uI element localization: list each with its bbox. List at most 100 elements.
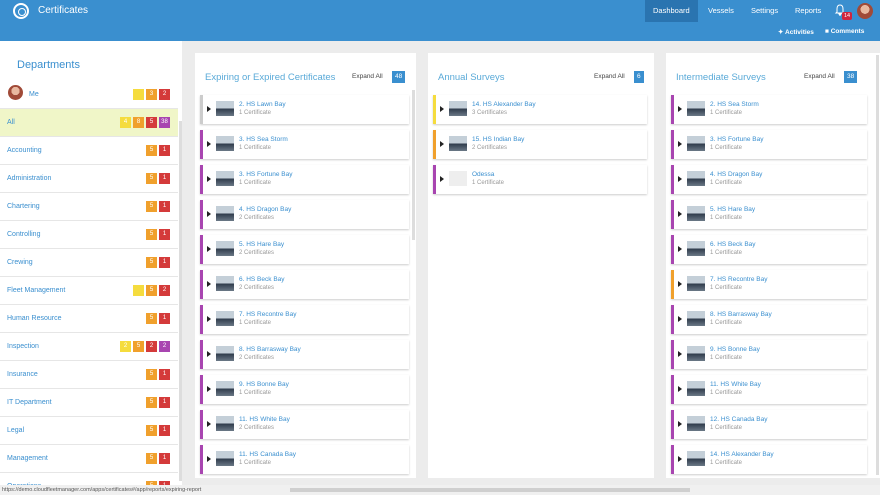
vessel-card[interactable]: 6. HS Beck Bay 2 Certificates xyxy=(200,270,409,299)
vessel-name[interactable]: 14. HS Alexander Bay xyxy=(472,101,536,108)
dept-item[interactable]: Chartering 5 1 xyxy=(0,193,178,221)
vessel-card[interactable]: 14. HS Alexander Bay 1 Certificate xyxy=(671,445,867,474)
count-badge[interactable]: 5 xyxy=(146,201,157,212)
vessel-card[interactable]: 5. HS Hare Bay 2 Certificates xyxy=(200,235,409,264)
dept-item[interactable]: Human Resource 5 1 xyxy=(0,305,178,333)
count-badge[interactable]: 1 xyxy=(159,173,170,184)
count-badge[interactable]: 2 xyxy=(146,341,157,352)
vessel-name[interactable]: 2. HS Sea Storm xyxy=(710,101,759,108)
vessel-card[interactable]: 7. HS Recontre Bay 1 Certificate xyxy=(671,270,867,299)
count-badge[interactable]: 5 xyxy=(146,313,157,324)
count-badge[interactable]: 1 xyxy=(159,229,170,240)
expand-arrow-icon[interactable] xyxy=(207,351,211,357)
dept-item[interactable]: Legal 5 1 xyxy=(0,417,178,445)
vessel-name[interactable]: Odessa xyxy=(472,171,494,178)
vessel-card[interactable]: 11. HS White Bay 2 Certificates xyxy=(200,410,409,439)
vessel-name[interactable]: 5. HS Hare Bay xyxy=(239,241,284,248)
dept-item[interactable]: Accounting 5 1 xyxy=(0,137,178,165)
dept-item[interactable]: Insurance 5 1 xyxy=(0,361,178,389)
vessel-card[interactable]: 4. HS Dragon Bay 2 Certificates xyxy=(200,200,409,229)
vessel-card[interactable]: 3. HS Sea Storm 1 Certificate xyxy=(200,130,409,159)
expand-arrow-icon[interactable] xyxy=(207,141,211,147)
vessel-name[interactable]: 7. HS Recontre Bay xyxy=(710,276,767,283)
vessel-card[interactable]: 8. HS Barrasway Bay 1 Certificate xyxy=(671,305,867,334)
expand-arrow-icon[interactable] xyxy=(207,386,211,392)
expand-arrow-icon[interactable] xyxy=(678,106,682,112)
vessel-name[interactable]: 4. HS Dragon Bay xyxy=(239,206,291,213)
nav-settings[interactable]: Settings xyxy=(743,0,786,22)
vessel-card[interactable]: 3. HS Fortune Bay 1 Certificate xyxy=(671,130,867,159)
expand-arrow-icon[interactable] xyxy=(440,106,444,112)
count-badge[interactable]: 2 xyxy=(159,341,170,352)
activities-link[interactable]: ✦ Activities xyxy=(778,28,814,36)
nav-vessels[interactable]: Vessels xyxy=(700,0,742,22)
expand-arrow-icon[interactable] xyxy=(678,386,682,392)
vessel-name[interactable]: 8. HS Barrasway Bay xyxy=(710,311,772,318)
vessel-name[interactable]: 3. HS Fortune Bay xyxy=(710,136,763,143)
count-badge[interactable]: 1 xyxy=(159,397,170,408)
dept-item[interactable]: Operations51 xyxy=(0,473,178,485)
vessel-card[interactable]: 14. HS Alexander Bay 3 Certificates xyxy=(433,95,647,124)
vessel-card[interactable]: Odessa 1 Certificate xyxy=(433,165,647,194)
expand-arrow-icon[interactable] xyxy=(207,176,211,182)
expand-arrow-icon[interactable] xyxy=(678,211,682,217)
dept-item[interactable]: Management 5 1 xyxy=(0,445,178,473)
expand-all-button[interactable]: Expand All xyxy=(352,73,383,80)
count-badge[interactable]: 5 xyxy=(146,369,157,380)
vessel-name[interactable]: 4. HS Dragon Bay xyxy=(710,171,762,178)
nav-reports[interactable]: Reports xyxy=(787,0,829,22)
count-badge[interactable]: 5 xyxy=(146,229,157,240)
vessel-name[interactable]: 9. HS Bonne Bay xyxy=(710,346,760,353)
count-badge[interactable]: 1 xyxy=(159,145,170,156)
expand-arrow-icon[interactable] xyxy=(678,141,682,147)
vessel-name[interactable]: 6. HS Beck Bay xyxy=(710,241,756,248)
vessel-name[interactable]: 11. HS White Bay xyxy=(239,416,290,423)
count-badge[interactable]: 1 xyxy=(159,453,170,464)
vessel-card[interactable]: 9. HS Bonne Bay 1 Certificate xyxy=(671,340,867,369)
dept-item[interactable]: Crewing 5 1 xyxy=(0,249,178,277)
vessel-card[interactable]: 4. HS Dragon Bay 1 Certificate xyxy=(671,165,867,194)
vessel-card[interactable]: 5. HS Hare Bay 1 Certificate xyxy=(671,200,867,229)
dept-item[interactable]: Me 3 2 xyxy=(0,81,178,109)
count-badge[interactable]: 1 xyxy=(159,257,170,268)
count-badge[interactable]: 1 xyxy=(159,425,170,436)
expand-arrow-icon[interactable] xyxy=(440,141,444,147)
count-badge[interactable] xyxy=(133,89,144,100)
expand-arrow-icon[interactable] xyxy=(207,106,211,112)
user-avatar[interactable] xyxy=(857,3,873,19)
vessel-name[interactable]: 5. HS Hare Bay xyxy=(710,206,755,213)
count-badge[interactable]: 1 xyxy=(159,313,170,324)
expand-arrow-icon[interactable] xyxy=(207,211,211,217)
vessel-card[interactable]: 3. HS Fortune Bay 1 Certificate xyxy=(200,165,409,194)
expand-arrow-icon[interactable] xyxy=(678,316,682,322)
expand-arrow-icon[interactable] xyxy=(678,281,682,287)
dept-item[interactable]: Fleet Management 5 2 xyxy=(0,277,178,305)
vessel-card[interactable]: 6. HS Beck Bay 1 Certificate xyxy=(671,235,867,264)
panel-scrollbar[interactable] xyxy=(412,90,415,240)
vessel-card[interactable]: 11. HS White Bay 1 Certificate xyxy=(671,375,867,404)
comments-link[interactable]: ■ Comments xyxy=(825,28,864,35)
vessel-card[interactable]: 9. HS Bonne Bay 1 Certificate xyxy=(200,375,409,404)
expand-arrow-icon[interactable] xyxy=(440,176,444,182)
count-badge[interactable]: 2 xyxy=(159,89,170,100)
vessel-name[interactable]: 3. HS Fortune Bay xyxy=(239,171,292,178)
count-badge[interactable]: 5 xyxy=(133,341,144,352)
expand-arrow-icon[interactable] xyxy=(207,281,211,287)
expand-all-button[interactable]: Expand All xyxy=(594,73,625,80)
count-badge[interactable]: 8 xyxy=(133,117,144,128)
vessel-name[interactable]: 15. HS Indian Bay xyxy=(472,136,524,143)
vessel-name[interactable]: 6. HS Beck Bay xyxy=(239,276,285,283)
vessel-name[interactable]: 2. HS Lawn Bay xyxy=(239,101,286,108)
vessel-card[interactable]: 2. HS Lawn Bay 1 Certificate xyxy=(200,95,409,124)
vessel-name[interactable]: 11. HS White Bay xyxy=(710,381,761,388)
vessel-card[interactable]: 7. HS Recontre Bay 1 Certificate xyxy=(200,305,409,334)
expand-arrow-icon[interactable] xyxy=(678,246,682,252)
dept-item[interactable]: IT Department 5 1 xyxy=(0,389,178,417)
panel-scrollbar[interactable] xyxy=(876,55,879,475)
vessel-card[interactable]: 15. HS Indian Bay 2 Certificates xyxy=(433,130,647,159)
sidebar-scrollbar[interactable] xyxy=(179,121,182,481)
dept-item[interactable]: Controlling 5 1 xyxy=(0,221,178,249)
dept-item[interactable]: Inspection 2 5 2 2 xyxy=(0,333,178,361)
vessel-card[interactable]: 12. HS Canada Bay 1 Certificate xyxy=(671,410,867,439)
expand-arrow-icon[interactable] xyxy=(207,246,211,252)
